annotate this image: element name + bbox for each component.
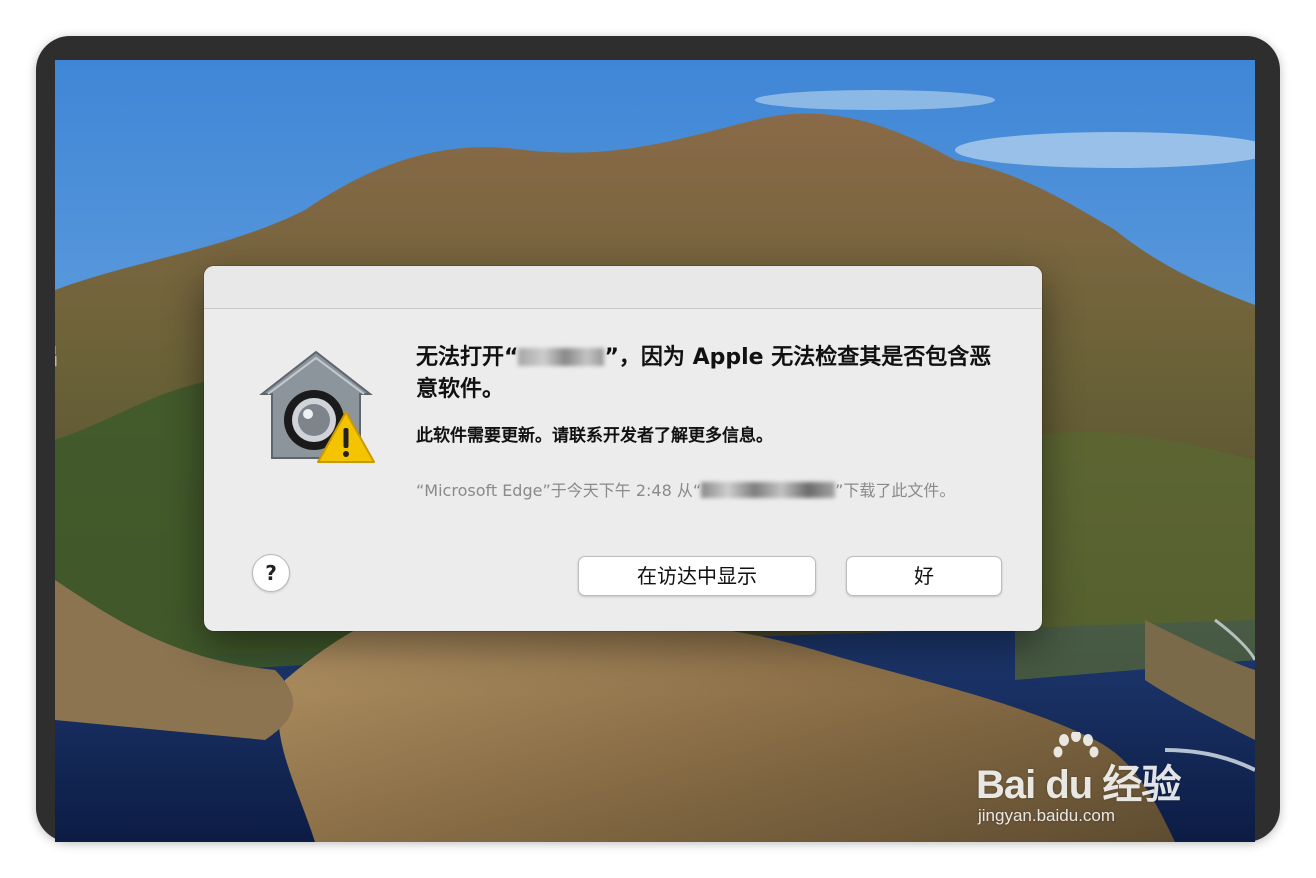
download-info-prefix: “Microsoft Edge”于今天下午 2:48 从“ xyxy=(416,481,702,500)
dialog-title: 无法打开“ ”，因为 Apple 无法检查其是否包含恶意软件。 xyxy=(416,342,1006,406)
dialog-download-info: “Microsoft Edge”于今天下午 2:48 从“ ”下载了此文件。 xyxy=(416,478,1016,504)
watermark-url: jingyan.baidu.com xyxy=(978,806,1116,825)
watermark-brand: Bai du 经验 xyxy=(976,763,1181,807)
dialog-message: 此软件需要更新。请联系开发者了解更多信息。 xyxy=(416,426,773,446)
redacted-app-name xyxy=(518,348,605,366)
dialog-titlebar xyxy=(204,266,1042,309)
redacted-download-source xyxy=(701,482,836,498)
gatekeeper-alert-dialog: 无法打开“ ”，因为 Apple 无法检查其是否包含恶意软件。 此软件需要更新。请… xyxy=(204,266,1042,631)
gatekeeper-house-icon xyxy=(259,350,375,463)
download-info-suffix: ”下载了此文件。 xyxy=(835,481,956,500)
dialog-title-prefix: 无法打开“ xyxy=(416,345,519,370)
show-in-finder-button[interactable]: 在访达中显示 xyxy=(578,556,816,596)
background-window-fragment: 出 xyxy=(55,336,59,371)
help-button[interactable]: ? xyxy=(252,554,290,592)
ok-button[interactable]: 好 xyxy=(846,556,1002,596)
